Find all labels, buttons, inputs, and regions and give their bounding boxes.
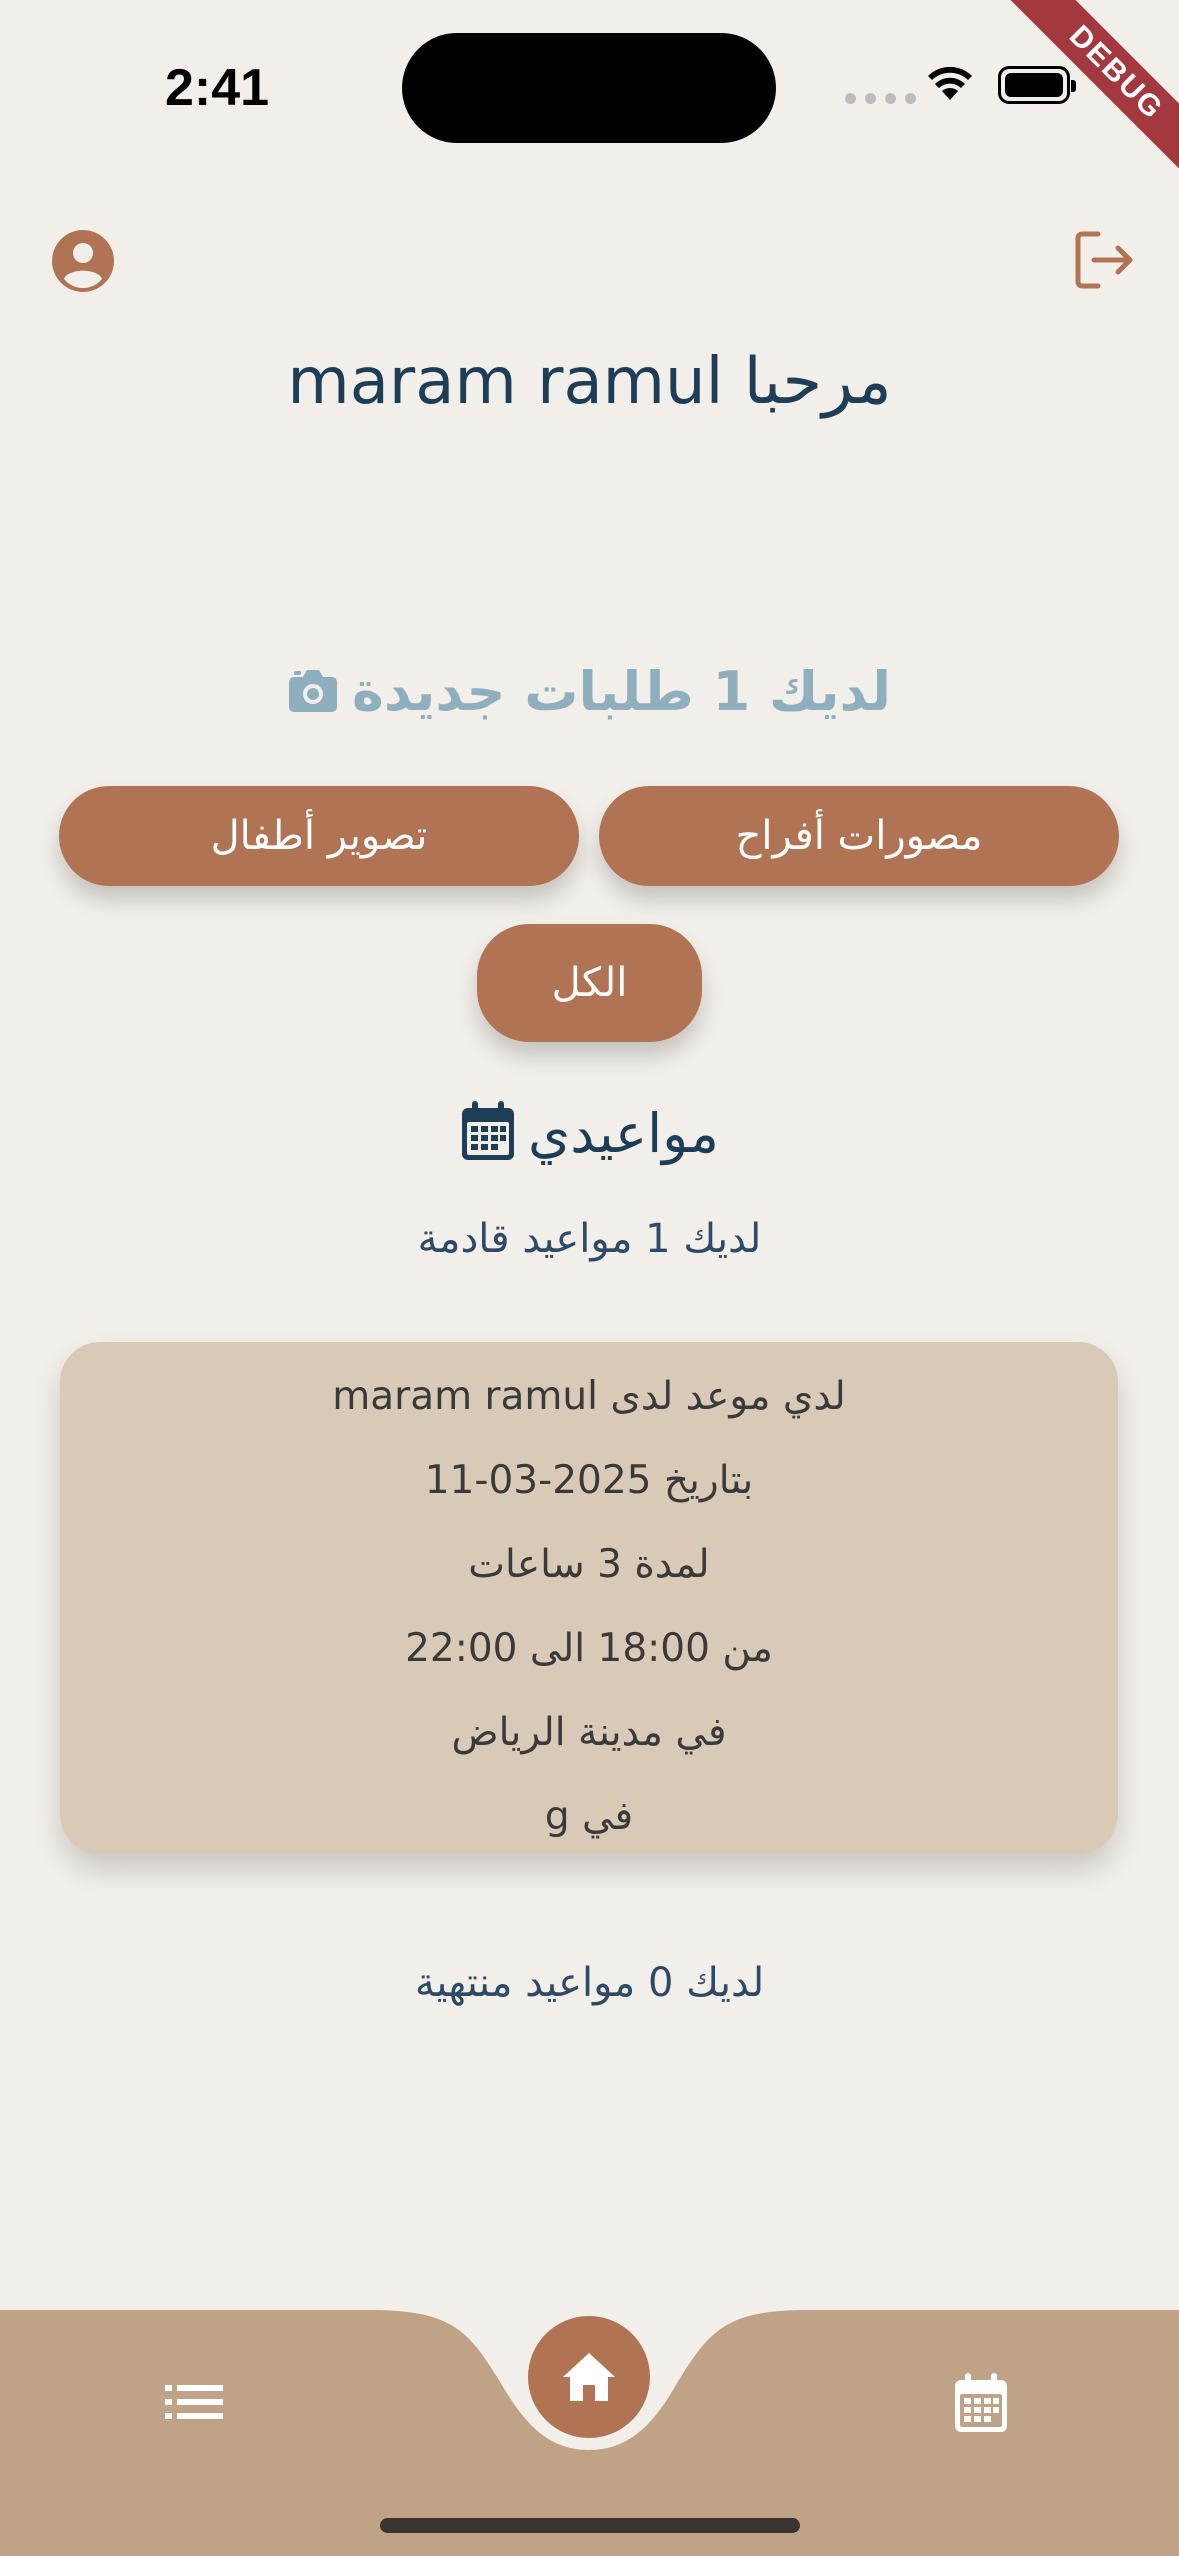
appointments-title: مواعيدي	[528, 1101, 719, 1165]
ended-count-text: لديك 0 مواعيد منتهية	[414, 1960, 765, 2006]
dynamic-island	[402, 33, 776, 143]
home-indicator[interactable]	[380, 2518, 800, 2533]
upcoming-count-text: لديك 1 مواعيد قادمة	[417, 1216, 762, 1262]
appointment-date: بتاريخ 2025-03-11	[424, 1458, 754, 1503]
new-requests-text: لديك 1 طلبات جديدة	[352, 660, 891, 723]
account-circle-icon[interactable]	[52, 230, 114, 296]
debug-banner: DEBUG	[979, 0, 1179, 200]
weddings-photographers-button[interactable]: مصورات أفراح	[599, 786, 1119, 886]
appointment-card[interactable]: لدي موعد لدى maram ramul بتاريخ 2025-03-…	[60, 1342, 1118, 1854]
kids-photography-button[interactable]: تصوير أطفال	[59, 786, 579, 886]
wifi-icon	[925, 62, 975, 106]
appointment-city: في مدينة الرياض	[451, 1710, 727, 1755]
calendar-icon	[460, 1100, 516, 1166]
list-icon[interactable]	[165, 2385, 223, 2423]
logout-icon[interactable]	[1072, 228, 1136, 296]
camera-icon	[288, 667, 338, 717]
appointments-heading: مواعيدي	[0, 1100, 1179, 1166]
page-title: مرحبا maram ramul	[287, 345, 892, 419]
debug-label: DEBUG	[997, 0, 1179, 192]
all-button[interactable]: الكل	[477, 924, 702, 1042]
appointment-time: من 18:00 الى 22:00	[405, 1626, 773, 1671]
cellular-signal-icon	[845, 93, 916, 104]
appointment-with: لدي موعد لدى maram ramul	[332, 1374, 846, 1419]
appointment-location: في g	[544, 1794, 634, 1839]
home-icon[interactable]	[528, 2316, 650, 2438]
appointment-duration: لمدة 3 ساعات	[468, 1542, 710, 1587]
status-time: 2:41	[165, 59, 270, 117]
calendar-nav-icon[interactable]	[953, 2372, 1009, 2438]
new-requests-row[interactable]: لديك 1 طلبات جديدة	[0, 660, 1179, 723]
